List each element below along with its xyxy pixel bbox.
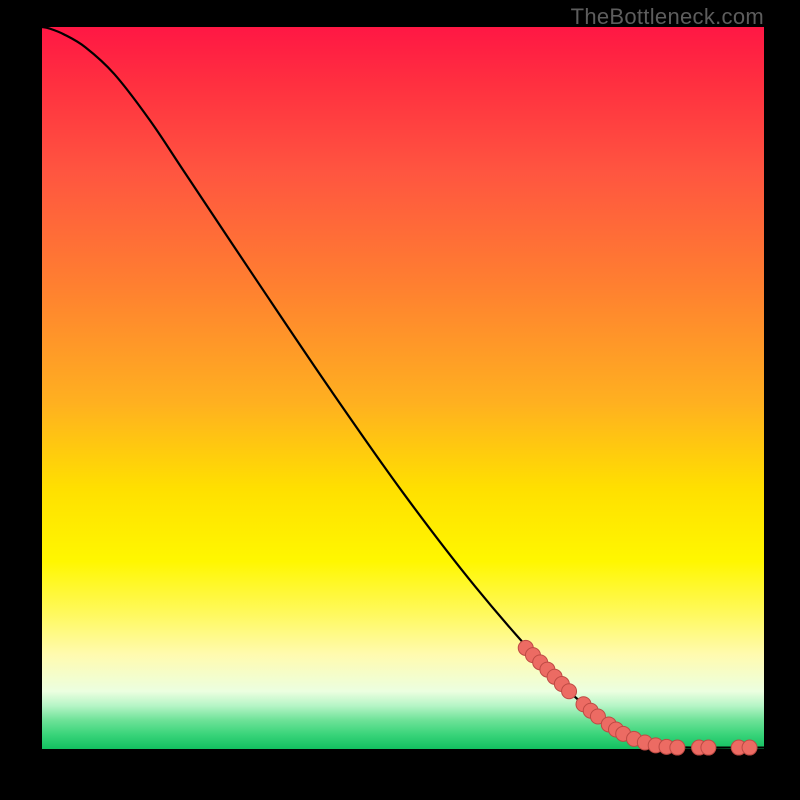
chart-dot [701, 740, 716, 755]
chart-frame [42, 27, 764, 749]
chart-svg [42, 27, 764, 749]
chart-dot [742, 740, 757, 755]
chart-dot [562, 684, 577, 699]
chart-dots-group [518, 640, 757, 755]
chart-curve [42, 27, 764, 748]
chart-dot [670, 740, 685, 755]
